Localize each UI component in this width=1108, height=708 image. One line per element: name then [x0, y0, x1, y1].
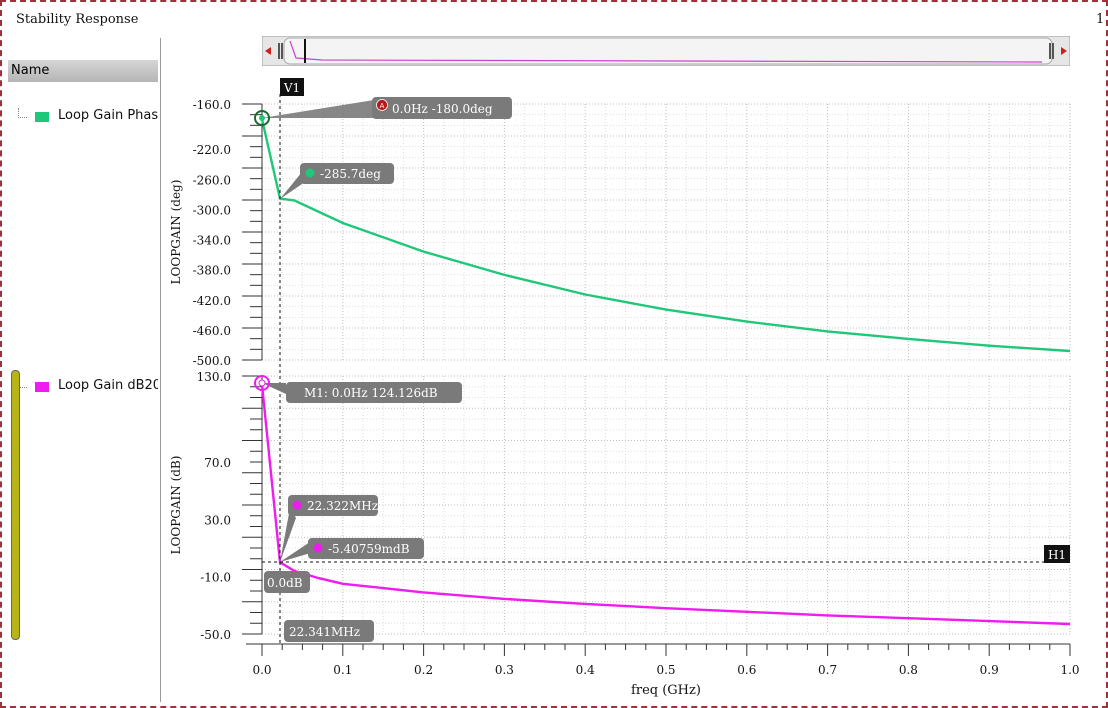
marker-a-point — [259, 115, 265, 121]
gain-plot: 130.070.030.0-10.0-50.0 0.0 0.1 0.2 0.3 0.4 0… — [169, 370, 1080, 698]
y-tick-label: 130.0 — [197, 370, 231, 384]
y-tick-label: -160.0 — [193, 98, 231, 112]
gain-y-axis-title: LOOPGAIN (dB) — [169, 456, 183, 555]
y-tick-label: -500.0 — [193, 354, 231, 368]
y-tick-label: 30.0 — [204, 513, 231, 527]
cursor-v1-label: V1 — [283, 81, 300, 95]
x-tick-label: 0.4 — [576, 663, 595, 677]
y-tick-label: -340.0 — [193, 234, 231, 248]
x-tick-label: 0.9 — [980, 663, 999, 677]
marker-a-badge-letter: A — [380, 102, 385, 110]
y-tick-label: 70.0 — [204, 456, 231, 470]
marker-m1-point — [258, 379, 266, 387]
x-tick-label: 0.0 — [252, 663, 271, 677]
y-tick-label: -300.0 — [193, 203, 231, 217]
gain-y-ticks: 130.0 70.0 30.0 -10.0 -50.0 — [197, 370, 262, 642]
marker-a-label: 0.0Hz -180.0deg — [392, 102, 493, 116]
x-tick-label: 0.2 — [414, 663, 433, 677]
y-tick-label: -380.0 — [193, 264, 231, 278]
marker-m1-label: M1: 0.0Hz 124.126dB — [304, 386, 438, 400]
phase-y-ticks: -160.0 -220.0 -260.0 -300.0 -340.0 -380.0 -420… — [193, 98, 262, 368]
mdb-marker-dot — [313, 543, 323, 553]
phase-marker-dot — [305, 168, 315, 178]
x-tick-label: 0.3 — [495, 663, 514, 677]
x-tick-label: 0.5 — [656, 663, 675, 677]
phase-plot-area — [262, 104, 1070, 360]
x-tick-label: 0.1 — [333, 663, 352, 677]
phase-y-axis-title: LOOPGAIN (deg) — [169, 180, 183, 285]
freq-marker-dot — [292, 500, 302, 510]
v1-value-label: 22.341MHz — [289, 625, 360, 639]
phase-plot: -160.0 -220.0 -260.0 -300.0 -340.0 -380.0 -420… — [169, 98, 1071, 368]
h1-value-label: 0.0dB — [267, 576, 303, 590]
x-tick-label: 0.6 — [737, 663, 756, 677]
y-tick-label: -260.0 — [193, 173, 231, 187]
stability-chart: -160.0 -220.0 -260.0 -300.0 -340.0 -380.0 -420… — [169, 78, 1080, 698]
freq-marker-label: 22.322MHz — [307, 499, 378, 513]
y-tick-label: -220.0 — [193, 143, 231, 157]
x-tick-label: 0.7 — [818, 663, 837, 677]
y-tick-label: -50.0 — [200, 628, 231, 642]
y-tick-label: -10.0 — [200, 571, 231, 585]
mdb-marker-label: -5.40759mdB — [328, 542, 410, 556]
x-tick-label: 1.0 — [1060, 663, 1079, 677]
phase-marker-label: -285.7deg — [320, 167, 381, 181]
x-ticks: 0.0 0.1 0.2 0.3 0.4 0.5 0.6 0.7 0.8 0.9 1.0 — [252, 644, 1080, 677]
x-axis-title: freq (GHz) — [631, 683, 701, 698]
x-tick-label: 0.8 — [899, 663, 918, 677]
y-tick-label: -460.0 — [193, 324, 231, 338]
y-tick-label: -420.0 — [193, 294, 231, 308]
cursor-h1-label: H1 — [1048, 548, 1066, 562]
